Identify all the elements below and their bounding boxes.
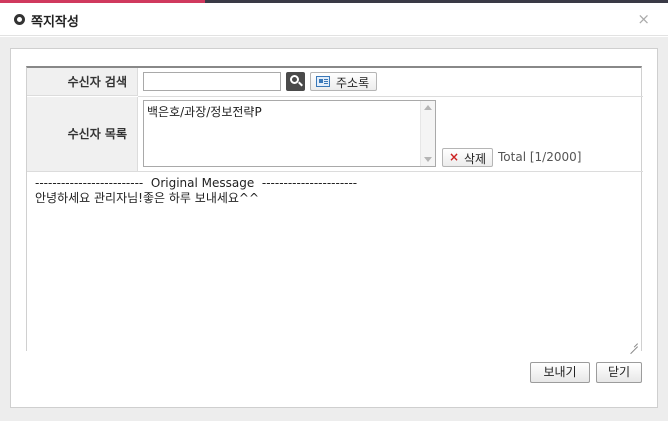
- window-title: 쪽지작성: [31, 15, 79, 30]
- compose-form: 수신자 검색 주소록 수신자 목록 백은호/과장/정보전략P × 삭제 Tota…: [26, 66, 643, 351]
- search-button[interactable]: [286, 72, 305, 91]
- compose-panel: 수신자 검색 주소록 수신자 목록 백은호/과장/정보전략P × 삭제 Tota…: [10, 48, 658, 408]
- delete-label: 삭제: [464, 152, 487, 166]
- listbox-scrollbar[interactable]: [420, 101, 435, 166]
- recipient-total-count: Total [1/2000]: [498, 150, 582, 164]
- row-divider: [138, 96, 643, 97]
- delete-x-icon: ×: [449, 150, 460, 164]
- message-body-textarea[interactable]: ------------------------- Original Messa…: [27, 172, 641, 351]
- title-bar: 쪽지작성 ×: [0, 3, 668, 36]
- scroll-up-arrow-icon[interactable]: [424, 105, 432, 110]
- title-bullet-icon: [14, 14, 25, 25]
- resize-grip-icon[interactable]: [630, 339, 638, 347]
- send-button[interactable]: 보내기: [530, 362, 590, 383]
- close-button[interactable]: 닫기: [596, 362, 642, 383]
- delete-recipient-button[interactable]: × 삭제: [442, 148, 493, 167]
- address-card-icon: [316, 76, 330, 87]
- recipient-list-label: 수신자 목록: [27, 97, 138, 171]
- recipient-listbox[interactable]: 백은호/과장/정보전략P: [143, 100, 436, 167]
- close-icon[interactable]: ×: [637, 10, 650, 28]
- recipient-search-input[interactable]: [143, 72, 281, 91]
- address-book-label: 주소록: [336, 76, 370, 90]
- recipient-search-label: 수신자 검색: [27, 68, 138, 96]
- recipient-list-item[interactable]: 백은호/과장/정보전략P: [147, 103, 262, 120]
- scroll-down-arrow-icon[interactable]: [424, 157, 432, 162]
- address-book-button[interactable]: 주소록: [310, 72, 377, 91]
